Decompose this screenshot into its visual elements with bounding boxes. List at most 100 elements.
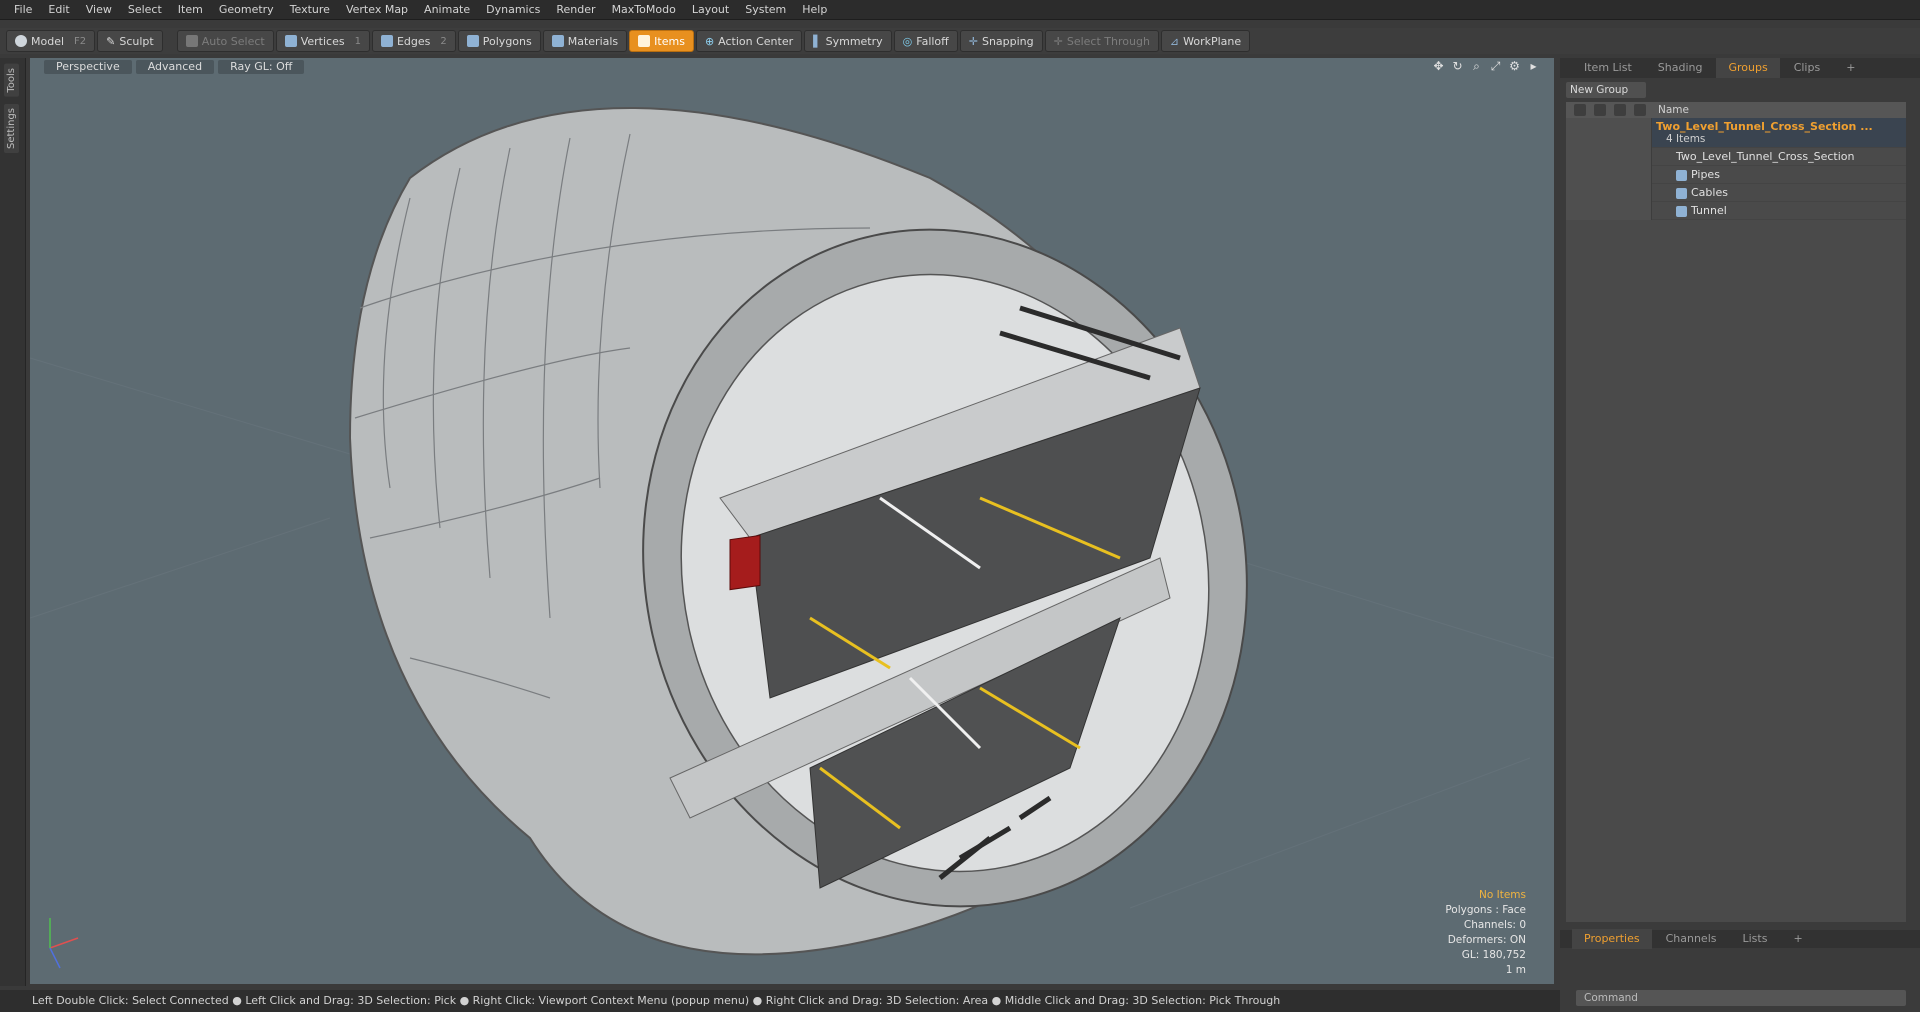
left-side-tabs: Tools Settings xyxy=(0,58,26,986)
menu-animate[interactable]: Animate xyxy=(416,0,478,20)
arrow-right-icon[interactable]: ▸ xyxy=(1527,60,1540,73)
viewport-header: Perspective Advanced Ray GL: Off xyxy=(30,58,1554,76)
lock-icon[interactable] xyxy=(1614,104,1626,116)
falloff-button[interactable]: ◎ Falloff xyxy=(893,30,958,52)
polygons-info: Polygons : Face xyxy=(1445,904,1526,916)
menu-vertex-map[interactable]: Vertex Map xyxy=(338,0,416,20)
tab-add-bottom[interactable]: + xyxy=(1781,929,1814,949)
workplane-icon: ⊿ xyxy=(1169,34,1180,48)
mesh-icon xyxy=(1676,169,1687,181)
tab-channels[interactable]: Channels xyxy=(1654,929,1729,949)
toolbar: Model F2 ✎ Sculpt Auto Select Vertices 1 Ed… xyxy=(0,28,1920,54)
crosshair-icon: ⊕ xyxy=(704,34,715,48)
mesh-icon xyxy=(1676,187,1687,199)
select-through-icon: ✛ xyxy=(1053,34,1063,48)
name-column-header[interactable]: Name xyxy=(1652,104,1689,116)
tab-shading[interactable]: Shading xyxy=(1646,58,1715,78)
group-row[interactable]: Two_Level_Tunnel_Cross_Section ... 4 Ite… xyxy=(1566,117,1906,148)
properties-tabs: Properties Channels Lists + xyxy=(1560,929,1920,949)
command-input[interactable]: Command xyxy=(1576,990,1906,1006)
advanced-button[interactable]: Advanced xyxy=(135,60,215,74)
menu-geometry[interactable]: Geometry xyxy=(211,0,282,20)
items-icon xyxy=(638,35,651,47)
gl-info: GL: 180,752 xyxy=(1461,949,1526,961)
tree-header: Name xyxy=(1566,102,1906,118)
panel-tabs: Item List Shading Groups Clips + xyxy=(1560,58,1920,78)
mesh-icon xyxy=(1676,205,1687,217)
vertices-icon xyxy=(284,35,297,47)
materials-icon xyxy=(551,35,564,47)
materials-button[interactable]: Materials xyxy=(542,30,628,52)
model-icon xyxy=(15,35,27,47)
select-icon[interactable] xyxy=(1634,104,1646,116)
brush-icon: ✎ xyxy=(106,34,116,48)
model-button[interactable]: Model F2 xyxy=(6,30,96,52)
zoom-view-icon[interactable]: ⌕ xyxy=(1470,60,1483,73)
group-count: 4 Items xyxy=(1666,133,1706,145)
vertices-button[interactable]: Vertices 1 xyxy=(275,30,370,52)
symmetry-icon: ▌ xyxy=(813,34,822,48)
render-icon[interactable] xyxy=(1594,104,1606,116)
select-through-button[interactable]: ✛ Select Through xyxy=(1044,30,1159,52)
tab-clips[interactable]: Clips xyxy=(1782,58,1833,78)
edges-button[interactable]: Edges 2 xyxy=(371,30,456,52)
new-group-button[interactable]: New Group xyxy=(1566,82,1646,98)
action-center-button[interactable]: ⊕ Action Center xyxy=(695,30,803,52)
polygons-button[interactable]: Polygons xyxy=(457,30,541,52)
auto-select-icon xyxy=(185,35,198,47)
settings-tab[interactable]: Settings xyxy=(4,104,19,154)
polygons-icon xyxy=(466,35,479,47)
tools-tab[interactable]: Tools xyxy=(4,64,19,97)
snapping-icon: ✛ xyxy=(968,34,978,48)
falloff-icon: ◎ xyxy=(902,34,913,48)
list-item[interactable]: Tunnel xyxy=(1566,201,1906,220)
tab-add[interactable]: + xyxy=(1834,58,1867,78)
move-view-icon[interactable]: ✥ xyxy=(1432,60,1445,73)
groups-tree: Name Two_Level_Tunnel_Cross_Section ... … xyxy=(1566,102,1906,922)
list-item[interactable]: Two_Level_Tunnel_Cross_Section xyxy=(1566,147,1906,166)
sculpt-button[interactable]: ✎ Sculpt xyxy=(97,30,163,52)
right-panel: Item List Shading Groups Clips + New Gro… xyxy=(1560,58,1920,1012)
menu-select[interactable]: Select xyxy=(120,0,170,20)
3d-viewport[interactable]: Perspective Advanced Ray GL: Off ✥ ↻ ⌕ ⤢… xyxy=(30,58,1554,984)
symmetry-button[interactable]: ▌ Symmetry xyxy=(804,30,892,52)
menu-help[interactable]: Help xyxy=(794,0,835,20)
list-item[interactable]: Pipes xyxy=(1566,165,1906,184)
items-button[interactable]: Items xyxy=(629,30,694,52)
menu-dynamics[interactable]: Dynamics xyxy=(478,0,548,20)
menu-edit[interactable]: Edit xyxy=(40,0,77,20)
snapping-button[interactable]: ✛ Snapping xyxy=(959,30,1043,52)
edges-icon xyxy=(380,35,393,47)
workplane-button[interactable]: ⊿ WorkPlane xyxy=(1160,30,1251,52)
settings-view-icon[interactable]: ⚙ xyxy=(1508,60,1521,73)
menu-bar: File Edit View Select Item Geometry Text… xyxy=(0,0,1920,20)
channels-info: Channels: 0 xyxy=(1463,919,1526,931)
tab-properties[interactable]: Properties xyxy=(1572,929,1652,949)
tab-lists[interactable]: Lists xyxy=(1731,929,1780,949)
group-name: Two_Level_Tunnel_Cross_Section ... xyxy=(1656,120,1873,133)
menu-file[interactable]: File xyxy=(6,0,40,20)
scale-info: 1 m xyxy=(1505,964,1526,976)
menu-texture[interactable]: Texture xyxy=(282,0,338,20)
eye-icon[interactable] xyxy=(1574,104,1586,116)
menu-render[interactable]: Render xyxy=(548,0,603,20)
menu-layout[interactable]: Layout xyxy=(684,0,737,20)
menu-view[interactable]: View xyxy=(78,0,120,20)
viewport-nav-tools: ✥ ↻ ⌕ ⤢ ⚙ ▸ xyxy=(1432,60,1540,73)
tab-groups[interactable]: Groups xyxy=(1716,58,1780,78)
tab-item-list[interactable]: Item List xyxy=(1572,58,1644,78)
maximize-view-icon[interactable]: ⤢ xyxy=(1489,60,1502,73)
menu-system[interactable]: System xyxy=(737,0,794,20)
perspective-button[interactable]: Perspective xyxy=(44,60,132,74)
viewport-info: No Items Polygons : Face Channels: 0 Def… xyxy=(1445,888,1526,978)
deformers-info: Deformers: ON xyxy=(1447,934,1526,946)
menu-item[interactable]: Item xyxy=(170,0,211,20)
tunnel-model-render xyxy=(30,107,1554,969)
auto-select-button[interactable]: Auto Select xyxy=(176,30,274,52)
menu-maxtomodo[interactable]: MaxToModo xyxy=(604,0,684,20)
raygl-button[interactable]: Ray GL: Off xyxy=(218,60,305,74)
selection-info: No Items xyxy=(1479,889,1526,901)
list-item[interactable]: Cables xyxy=(1566,183,1906,202)
rotate-view-icon[interactable]: ↻ xyxy=(1451,60,1464,73)
status-bar: Left Double Click: Select Connected ● Le… xyxy=(0,990,1560,1012)
